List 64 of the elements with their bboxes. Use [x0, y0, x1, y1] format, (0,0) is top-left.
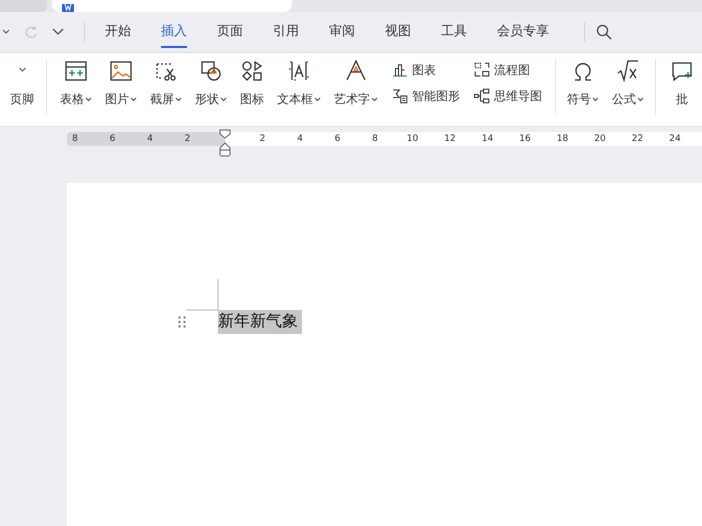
ribbon-button[interactable]: 批 [670, 59, 694, 108]
chevron-down-icon [52, 28, 64, 36]
ribbon-button[interactable]: 智能图形 [391, 87, 460, 105]
caret-icon [18, 67, 26, 72]
ruler-number: 8 [371, 133, 379, 146]
icons-icon [240, 59, 264, 83]
more-button[interactable] [52, 28, 64, 36]
ruler-number: 18 [556, 133, 570, 146]
menu-tab[interactable]: 视图 [385, 16, 411, 48]
redo-icon [24, 25, 38, 39]
chart-icon [391, 61, 409, 79]
ribbon-button[interactable]: 图片 [105, 59, 137, 108]
ruler-number: 8 [71, 133, 79, 146]
ruler-number: 2 [184, 133, 192, 146]
ruler-number: 16 [518, 133, 532, 146]
indent-marker-icon[interactable] [219, 129, 231, 157]
menu-tab[interactable]: 引用 [273, 16, 299, 48]
search-button[interactable] [596, 24, 612, 40]
smart-graphic-icon [391, 87, 409, 105]
dropdown-button[interactable] [2, 29, 10, 35]
ribbon-button[interactable]: 形状 [195, 59, 227, 108]
ribbon-button[interactable]: 图标 [240, 59, 264, 108]
ribbon-button[interactable]: 页脚 [10, 59, 34, 108]
picture-icon [109, 59, 133, 83]
crop-mark-icon [186, 279, 219, 311]
ribbon-button[interactable]: 截屏 [150, 59, 182, 108]
search-icon [596, 24, 612, 40]
ribbon-button[interactable]: 思维导图 [473, 87, 542, 105]
ribbon-button[interactable]: 公式 [612, 59, 644, 108]
table-icon [64, 59, 88, 83]
ruler-number: 24 [668, 133, 682, 146]
shapes-icon [199, 59, 223, 83]
ribbon-button[interactable]: 表格 [60, 59, 92, 108]
ruler-number: 6 [108, 133, 116, 146]
textbox-icon [287, 59, 311, 83]
document-tab[interactable] [52, 0, 292, 12]
mind-map-icon [473, 87, 491, 105]
ruler-number: 4 [296, 133, 304, 146]
ribbon-button[interactable]: 艺术字 [334, 59, 378, 108]
ruler-number: 20 [593, 133, 607, 146]
menu-tab[interactable]: 插入 [161, 16, 187, 48]
square-root-icon [616, 59, 640, 83]
ruler-number: 22 [630, 133, 644, 146]
ribbon-button[interactable]: 符号 [567, 59, 599, 108]
menu-tab[interactable]: 会员专享 [497, 16, 549, 48]
menu-tab[interactable]: 审阅 [329, 16, 355, 48]
ruler-number: 12 [443, 133, 457, 146]
ruler-number: 2 [258, 133, 266, 146]
ribbon-button[interactable]: 图表 [391, 61, 460, 79]
drag-handle-icon[interactable] [178, 316, 186, 328]
document-icon [62, 4, 74, 12]
art-text-icon [344, 59, 368, 83]
paragraph-text: 新年新气象 [218, 310, 302, 334]
menu-tab[interactable]: 页面 [217, 16, 243, 48]
ruler-number: 14 [480, 133, 494, 146]
caret-icon [2, 29, 10, 35]
menu-tab[interactable]: 开始 [105, 16, 131, 48]
ribbon-button[interactable]: 流程图 [473, 61, 542, 79]
flowchart-icon [473, 61, 491, 79]
ruler-number: 6 [334, 133, 342, 146]
ribbon-button[interactable]: 文本框 [277, 59, 321, 108]
menu-tab[interactable]: 工具 [441, 16, 467, 48]
ruler-number: 4 [146, 133, 154, 146]
ruler-number: 10 [406, 133, 420, 146]
